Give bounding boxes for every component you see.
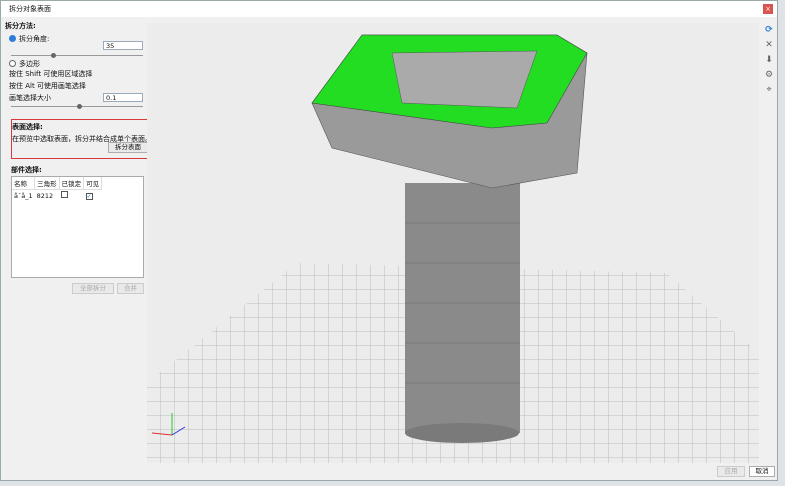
angle-slider[interactable] [11,53,143,58]
split-surface-button[interactable]: 拆分表面 [108,142,148,153]
left-panel: 拆分方法: 拆分角度: 35 多边形 按住 Shift 可使用区域选择 按住 A… [5,19,155,294]
surface-selection-group: 表面选择: 在预览中选取表面，拆分并结合成单个表面。 拆分表面 [11,119,155,159]
window-title: 拆分对象表面 [9,5,51,13]
radio-icon [9,35,16,42]
settings-gear-icon[interactable]: ⚙ [763,70,775,85]
3d-preview-viewport[interactable] [147,23,759,463]
col-triangles[interactable]: 三角形 [34,177,60,190]
slider-knob[interactable] [51,53,56,58]
angle-label: 拆分角度: [19,34,50,43]
measure-icon[interactable]: ⌖ [763,85,775,100]
part-triangles: 8212 [36,191,54,200]
polygon-radio[interactable]: 多边形 [9,58,145,69]
brush-size-input[interactable]: 0.1 [103,93,143,102]
polygon-label: 多边形 [19,59,40,68]
model-cavity [391,50,538,109]
split-method-heading: 拆分方法: [5,22,36,30]
view-toolbar: ⟳ ✕ ⬇ ⚙ ⌖ [763,25,775,100]
close-button[interactable]: × [763,4,773,14]
part-name: å¯å_1 [14,191,33,200]
angle-input[interactable]: 35 [103,41,143,50]
model-shaft-base [405,423,519,443]
locked-checkbox[interactable] [61,191,69,198]
brush-size-slider[interactable] [11,104,143,109]
table-row[interactable]: å¯å_1 8212 ✓ [12,190,102,202]
col-name[interactable]: 名称 [12,177,36,190]
parts-heading: 部件选择: [11,166,42,174]
slider-knob[interactable] [77,104,82,109]
surface-heading: 表面选择: [12,123,43,131]
radio-icon [9,60,16,67]
shift-hint: 按住 Shift 可使用区域选择 [9,70,93,78]
col-locked[interactable]: 已锁定 [59,177,85,190]
col-visible[interactable]: 可见 [83,177,103,190]
parts-table: 名称 三角形 已锁定 可见 å¯å_1 8212 ✓ [11,176,144,278]
apply-button[interactable]: 应用 [717,466,745,477]
merge-button[interactable]: 合并 [117,283,144,294]
visible-checkbox[interactable]: ✓ [85,192,93,200]
alt-hint: 按住 Alt 可使用画笔选择 [9,82,86,90]
model-shaft [405,183,520,433]
drop-to-plate-icon[interactable]: ⬇ [763,55,775,70]
cancel-button[interactable]: 取消 [749,466,775,477]
title-bar: 拆分对象表面 [1,1,777,17]
split-all-button[interactable]: 全部拆分 [72,283,114,294]
model-render [147,34,759,463]
split-surface-dialog: 拆分对象表面 × 拆分方法: 拆分角度: 35 多边形 按住 Shift 可使用… [0,0,778,481]
fit-view-icon[interactable]: ✕ [763,40,775,55]
reset-view-icon[interactable]: ⟳ [763,25,775,40]
